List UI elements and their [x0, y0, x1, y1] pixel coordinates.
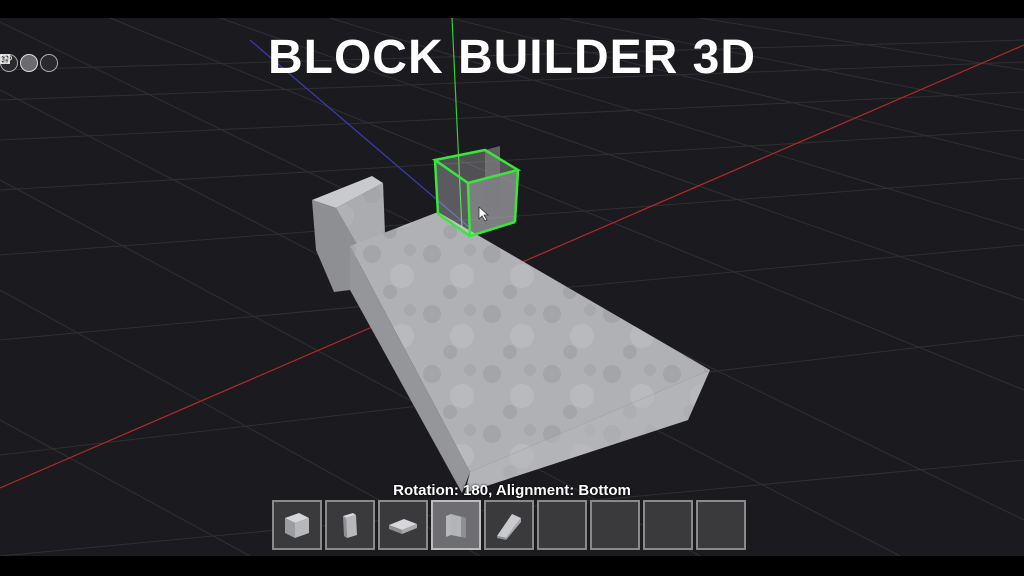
game-title: BLOCK BUILDER 3D — [267, 31, 756, 84]
hotbar-slot[interactable] — [484, 500, 534, 550]
hotbar-slot-empty[interactable] — [643, 500, 693, 550]
placement-status-text: Rotation: 180, Alignment: Bottom — [393, 482, 631, 499]
block-hotbar — [272, 500, 746, 550]
wall-panel-icon — [343, 513, 357, 538]
floor-slab-block[interactable] — [350, 212, 710, 493]
scene-canvas[interactable] — [0, 18, 1024, 556]
letterbox-top — [0, 0, 1024, 18]
full-block-icon — [285, 513, 309, 538]
game-viewport[interactable] — [0, 18, 1024, 556]
hotbar-slot[interactable] — [378, 500, 428, 550]
hotbar-slot-selected[interactable] — [431, 500, 481, 550]
ramp-block-icon — [497, 514, 521, 540]
hotbar-slot-empty[interactable] — [696, 500, 746, 550]
floor-slab-icon — [389, 519, 417, 534]
corner-wall-icon — [446, 514, 466, 538]
hotbar-slot-empty[interactable] — [537, 500, 587, 550]
hotbar-slot[interactable] — [272, 500, 322, 550]
hotbar-slot-empty[interactable] — [590, 500, 640, 550]
letterbox-bottom — [0, 556, 1024, 576]
hotbar-slot[interactable] — [325, 500, 375, 550]
